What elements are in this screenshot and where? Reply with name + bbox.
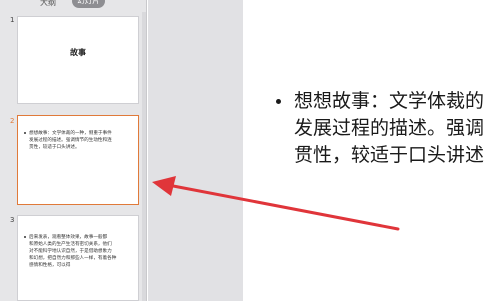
slide-thumbnail-3[interactable]: 后来发表，观看整体效果，故事一般都 和原始人类的生产生活有密切关系，他们 对不能… [17,215,139,301]
slide-number-1: 1 [10,16,15,24]
slide-thumbnail-panel: 大纲 幻灯片 1 故事 2 想想故事：文学体裁的一种，侧重于事件 发展过程的描述… [0,0,147,301]
slide-thumbnail-1[interactable]: 故事 [17,16,139,104]
editor-background [148,0,243,301]
panel-scrollbar[interactable] [142,12,146,301]
slide-number-2: 2 [10,117,15,125]
slide-body-text: 后来发表，观看整体效果，故事一般都 和原始人类的生产生活有密切关系，他们 对不能… [24,234,132,269]
tab-slides[interactable]: 幻灯片 [72,0,105,8]
slide-body-text: 想想故事：文学体裁的一种，侧重于事件 发展过程的描述。强调情节的生动性和连 贯性… [24,130,132,151]
main-text-line: 发展过程的描述。强调 [294,117,485,139]
bullet-icon [24,131,26,134]
main-text-line: 贯性，较适于口头讲述 [294,144,485,166]
slide-number-3: 3 [10,216,15,224]
bullet-icon [24,235,26,238]
slide-thumbnail-2[interactable]: 想想故事：文学体裁的一种，侧重于事件 发展过程的描述。强调情节的生动性和连 贯性… [17,115,139,205]
panel-tab-bar: 大纲 幻灯片 [0,0,147,10]
tab-outline[interactable]: 大纲 [40,0,56,8]
slide-title: 故事 [70,48,86,57]
slide-main-text[interactable]: 想想故事：文学体裁的 发展过程的描述。强调 贯性，较适于口头讲述 [270,88,500,169]
main-text-line: 想想故事：文学体裁的 [294,90,485,112]
